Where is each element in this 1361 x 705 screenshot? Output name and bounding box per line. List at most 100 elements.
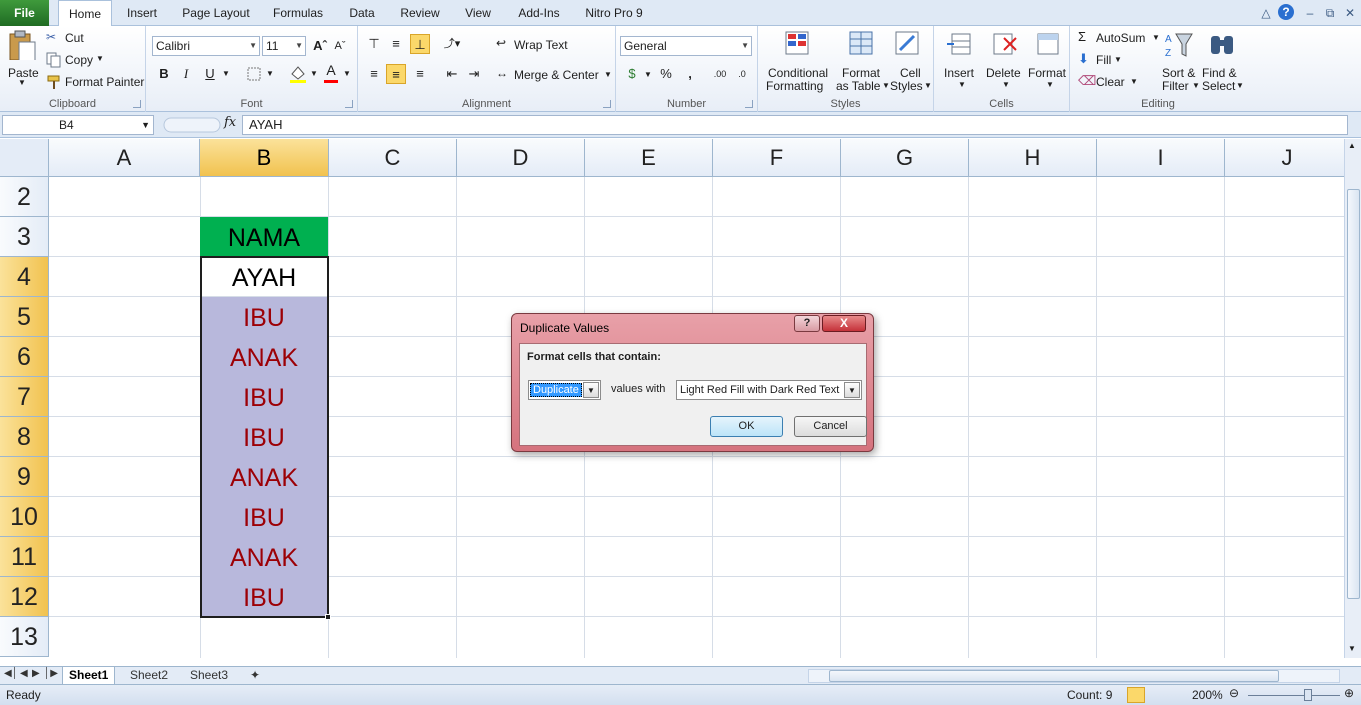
vertical-scrollbar[interactable]: ▲ ▼ [1344, 139, 1361, 658]
vertical-scroll-thumb[interactable] [1347, 189, 1360, 599]
page-break-view-icon[interactable] [1167, 687, 1185, 703]
find-select-button[interactable]: Find & Select ▼ [1200, 28, 1244, 93]
sheet-tab-sheet1[interactable]: Sheet1 [62, 667, 116, 685]
fill-handle[interactable] [325, 614, 331, 620]
cell-b3[interactable]: NAMA [200, 217, 328, 256]
increase-indent-icon[interactable]: ⇥ [464, 64, 484, 84]
help-icon[interactable]: ? [1278, 4, 1294, 20]
number-launcher-icon[interactable] [745, 100, 753, 108]
insert-cells-button[interactable]: Insert ▼ [938, 28, 982, 92]
zoom-slider-thumb[interactable] [1304, 689, 1312, 701]
row-header-5[interactable]: 5 [0, 297, 49, 337]
tab-view[interactable]: View [456, 0, 500, 26]
align-left-icon[interactable]: ≡ [364, 64, 384, 84]
cell-styles-button[interactable]: Cell Styles ▼ [890, 28, 932, 93]
sheet-tab-sheet3[interactable]: Sheet3 [184, 667, 234, 685]
shrink-font-button[interactable]: Aˇ [330, 36, 350, 56]
tab-add-ins[interactable]: Add-Ins [509, 0, 569, 26]
font-launcher-icon[interactable] [345, 100, 353, 108]
font-color-icon[interactable]: A [322, 62, 340, 84]
row-header-11[interactable]: 11 [0, 537, 49, 577]
number-format-select[interactable]: General ▼ [620, 36, 752, 56]
row-header-6[interactable]: 6 [0, 337, 49, 377]
decrease-indent-icon[interactable]: ⇤ [442, 64, 462, 84]
last-sheet-icon[interactable]: │▶ [44, 668, 58, 679]
orientation-icon[interactable]: ⤴▾ [442, 34, 462, 54]
column-header-d[interactable]: D [457, 139, 585, 177]
row-header-12[interactable]: 12 [0, 577, 49, 617]
conditional-formatting-button[interactable]: Conditional Formatting [762, 28, 834, 93]
copy-button[interactable]: Copy ▼ [46, 51, 116, 69]
align-center-icon[interactable]: ≡ [386, 64, 406, 84]
row-header-8[interactable]: 8 [0, 417, 49, 457]
fill-color-dropdown-icon[interactable]: ▼ [310, 69, 318, 78]
column-header-h[interactable]: H [969, 139, 1097, 177]
insert-function-icon[interactable]: fx [224, 115, 236, 130]
tab-data[interactable]: Data [340, 0, 384, 26]
scroll-down-icon[interactable]: ▼ [1348, 644, 1356, 653]
horizontal-scrollbar[interactable] [808, 669, 1340, 683]
align-top-icon[interactable]: ⊤ [364, 34, 384, 54]
dialog-close-button[interactable]: X [822, 315, 866, 332]
row-header-2[interactable]: 2 [0, 177, 49, 217]
column-header-f[interactable]: F [713, 139, 841, 177]
dialog-help-button[interactable]: ? [794, 315, 820, 332]
column-header-b[interactable]: B [200, 139, 329, 177]
tab-page-layout[interactable]: Page Layout [176, 0, 256, 26]
font-name-select[interactable]: Calibri ▼ [152, 36, 260, 56]
sort-filter-button[interactable]: A Z Sort & Filter ▼ [1158, 28, 1200, 93]
format-style-select[interactable]: Light Red Fill with Dark Red Text ▼ [676, 380, 862, 400]
name-box[interactable]: B4 ▼ [2, 115, 154, 135]
row-header-10[interactable]: 10 [0, 497, 49, 537]
autosum-button[interactable]: Σ AutoSum ▼ [1076, 29, 1160, 47]
duplicate-unique-select[interactable]: Duplicate ▼ [528, 380, 601, 400]
format-as-table-button[interactable]: Format as Table ▼ [836, 28, 890, 93]
clear-button[interactable]: ⌫ Clear ▼ [1076, 73, 1146, 91]
row-header-4[interactable]: 4 [0, 257, 49, 297]
column-header-j[interactable]: J [1225, 139, 1344, 177]
chevron-down-icon[interactable]: ▼ [844, 382, 860, 398]
first-sheet-icon[interactable]: ◀│ [4, 668, 18, 679]
font-color-dropdown-icon[interactable]: ▼ [343, 69, 351, 78]
tab-review[interactable]: Review [393, 0, 447, 26]
sheet-tab-sheet2[interactable]: Sheet2 [124, 667, 174, 685]
copy-dropdown-icon[interactable]: ▼ [96, 54, 104, 63]
tab-home[interactable]: Home [58, 0, 112, 27]
borders-dropdown-icon[interactable]: ▼ [266, 69, 274, 78]
format-cells-button[interactable]: Format ▼ [1026, 28, 1070, 92]
cancel-button[interactable]: Cancel [794, 416, 867, 437]
underline-button[interactable]: U [200, 64, 220, 84]
chevron-down-icon[interactable]: ▼ [583, 382, 599, 398]
column-header-a[interactable]: A [49, 139, 200, 177]
bold-button[interactable]: B [154, 64, 174, 84]
ok-button[interactable]: OK [710, 416, 783, 437]
new-sheet-icon[interactable]: ✦ [244, 667, 266, 685]
zoom-slider[interactable] [1248, 695, 1340, 696]
tab-nitro-pro[interactable]: Nitro Pro 9 [578, 0, 650, 26]
select-all-corner[interactable] [0, 139, 49, 177]
align-middle-icon[interactable]: ≡ [386, 34, 406, 54]
increase-decimal-icon[interactable]: .00 [710, 64, 730, 84]
zoom-level[interactable]: 200% [1192, 688, 1223, 702]
close-icon[interactable]: ✕ [1342, 5, 1358, 21]
paste-button[interactable]: Paste ▼ [4, 28, 40, 90]
fill-button[interactable]: ⬇ Fill ▼ [1076, 51, 1136, 69]
normal-view-icon[interactable] [1127, 687, 1145, 703]
row-header-13[interactable]: 13 [0, 617, 49, 657]
align-bottom-icon[interactable]: ⊥ [410, 34, 430, 54]
delete-cells-button[interactable]: Delete ▼ [982, 28, 1026, 92]
column-header-g[interactable]: G [841, 139, 969, 177]
clipboard-launcher-icon[interactable] [133, 100, 141, 108]
scroll-up-icon[interactable]: ▲ [1348, 141, 1356, 150]
column-header-i[interactable]: I [1097, 139, 1225, 177]
page-layout-view-icon[interactable] [1147, 687, 1165, 703]
grow-font-button[interactable]: Aˆ [310, 36, 330, 56]
underline-dropdown-icon[interactable]: ▼ [222, 69, 230, 78]
ribbon-collapse-icon[interactable]: △ [1258, 5, 1274, 21]
file-tab[interactable]: File [0, 0, 49, 26]
decrease-decimal-icon[interactable]: .0 [732, 64, 752, 84]
horizontal-scroll-thumb[interactable] [829, 670, 1279, 682]
tab-formulas[interactable]: Formulas [265, 0, 331, 26]
format-painter-button[interactable]: Format Painter [46, 73, 146, 91]
align-right-icon[interactable]: ≡ [410, 64, 430, 84]
